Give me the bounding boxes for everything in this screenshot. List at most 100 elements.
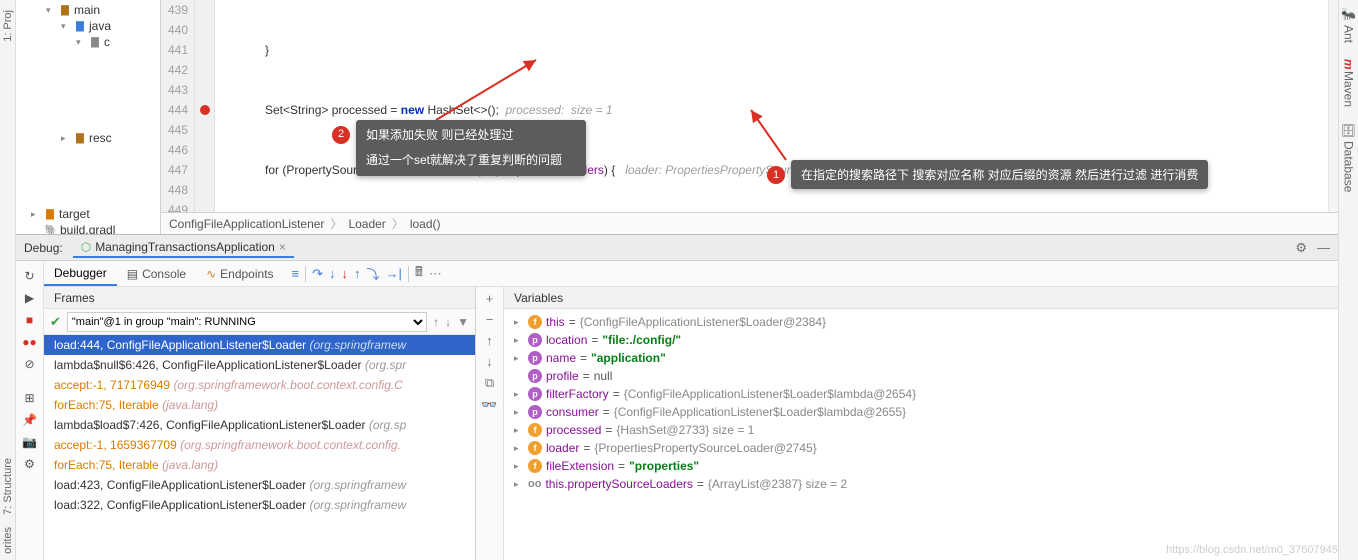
stack-frame[interactable]: lambda$null$6:426, ConfigFileApplication… [44,355,475,375]
watermark: https://blog.csdn.net/m0_37607945 [1166,544,1338,556]
debug-run-gutter: ↻ ▶ ■ ●● ⊘ ⊞ 📌 📷 ⚙ [16,261,44,560]
step-out-icon[interactable]: ↑ [354,266,361,281]
variables-header: Variables [504,287,1338,309]
database-tool-tab[interactable]: 🗄Database [1342,119,1356,196]
step-over-icon[interactable]: ↷ [312,266,323,282]
folder-icon: ▇ [58,4,72,16]
filter-frames-icon[interactable]: ▼ [457,315,469,329]
project-tree[interactable]: ▾▇main ▾▇java ▾▇c ▸▇resc ▸▇target 🐘build… [16,0,161,234]
pin-icon[interactable]: 📌 [21,411,39,429]
debug-tool-window: Debug: ⬡ ManagingTransactionsApplication… [16,234,1338,560]
frames-list[interactable]: load:444, ConfigFileApplicationListener$… [44,335,475,560]
structure-tool-tab[interactable]: 7: Structure [2,452,14,521]
favorites-tool-tab[interactable]: orites [2,521,14,560]
variable-row[interactable]: ▸ffileExtension = "properties" [504,457,1338,475]
glasses-icon[interactable]: 👓 [481,397,497,413]
threads-icon[interactable]: ≡ [292,266,300,281]
line-numbers: 439440441442443444445446447448449450 [161,0,195,212]
variables-list[interactable]: ▸fthis = {ConfigFileApplicationListener$… [504,309,1338,560]
stack-frame[interactable]: load:423, ConfigFileApplicationListener$… [44,475,475,495]
add-watch-icon[interactable]: + [486,291,494,306]
rerun-icon[interactable]: ↻ [21,267,39,285]
variable-row[interactable]: pprofile = null [504,367,1338,385]
camera-icon[interactable]: 📷 [21,433,39,451]
package-icon: ▇ [88,36,102,48]
breadcrumb[interactable]: ConfigFileApplicationListener〉 Loader〉 l… [161,212,1338,234]
variable-row[interactable]: ▸fprocessed = {HashSet@2733} size = 1 [504,421,1338,439]
resources-folder-icon: ▇ [73,132,87,144]
tree-c[interactable]: c [104,35,110,49]
stack-frame[interactable]: accept:-1, 717176949 (org.springframewor… [44,375,475,395]
evaluate-icon[interactable]: 🖩 [415,263,423,285]
stack-frame[interactable]: load:444, ConfigFileApplicationListener$… [44,335,475,355]
ant-icon: 🐜 [1342,8,1356,23]
annotation-1: 1 在指定的搜索路径下 搜索对应名称 对应后缀的资源 然后进行过滤 进行消费 [791,160,1208,189]
code-editor[interactable]: 439440441442443444445446447448449450 } S… [161,0,1338,234]
database-icon: 🗄 [1342,123,1356,138]
tree-build[interactable]: build.gradl [60,223,115,234]
debug-title: Debug: [24,241,63,255]
stack-frame[interactable]: accept:-1, 1659367709 (org.springframewo… [44,435,475,455]
breadcrumb-method[interactable]: load() [410,217,441,231]
next-frame-icon[interactable]: ↓ [445,315,451,329]
layout-icon[interactable]: ⊞ [21,389,39,407]
target-folder-icon: ▇ [43,208,57,220]
prev-frame-icon[interactable]: ↑ [433,315,439,329]
variable-row[interactable]: ▸pname = "application" [504,349,1338,367]
stack-frame[interactable]: load:322, ConfigFileApplicationListener$… [44,495,475,515]
maven-tool-tab[interactable]: mMaven [1342,55,1356,112]
variable-row[interactable]: ▸pconsumer = {ConfigFileApplicationListe… [504,403,1338,421]
stack-frame[interactable]: lambda$load$7:426, ConfigFileApplication… [44,415,475,435]
stack-frame[interactable]: forEach:75, Iterable (java.lang) [44,395,475,415]
right-tool-stripe: 🐜Ant mMaven 🗄Database [1338,0,1358,560]
error-stripe[interactable] [1328,0,1338,212]
variable-row[interactable]: ▸fthis = {ConfigFileApplicationListener$… [504,313,1338,331]
force-step-into-icon[interactable]: ↓ [342,266,349,281]
tab-debugger[interactable]: Debugger [44,262,117,286]
trace-icon[interactable]: ⋯ [429,266,442,282]
copy-icon[interactable]: ⧉ [485,375,494,391]
variable-row[interactable]: ▸plocation = "file:./config/" [504,331,1338,349]
gradle-icon: 🐘 [44,224,58,234]
breadcrumb-class[interactable]: ConfigFileApplicationListener [169,217,324,231]
mute-bp-icon[interactable]: ⊘ [21,355,39,373]
tree-main[interactable]: main [74,3,100,17]
drop-frame-icon[interactable]: ⤵ [367,264,380,283]
tab-console[interactable]: ▤Console [117,263,196,285]
ant-tool-tab[interactable]: 🐜Ant [1342,4,1356,47]
gear-icon[interactable]: ⚙ [1295,240,1307,256]
spring-icon: ⬡ [81,240,91,254]
breakpoints-icon[interactable]: ●● [21,333,39,351]
project-tool-tab[interactable]: 1: Proj [2,4,14,48]
breakpoint-icon[interactable] [200,105,210,115]
thread-status-icon: ✔ [50,314,61,330]
tree-target[interactable]: target [59,207,90,221]
run-config-tab[interactable]: ⬡ ManagingTransactionsApplication × [73,238,294,258]
settings-icon[interactable]: ⚙ [21,455,39,473]
console-icon: ▤ [127,267,138,281]
remove-watch-icon[interactable]: − [486,312,494,327]
variable-row[interactable]: ▸floader = {PropertiesPropertySourceLoad… [504,439,1338,457]
endpoints-icon: ∿ [206,267,216,281]
thread-selector[interactable]: "main"@1 in group "main": RUNNING [67,312,427,332]
up-icon[interactable]: ↑ [486,333,493,348]
close-icon[interactable]: × [279,240,286,254]
variables-toolbar: + − ↑ ↓ ⧉ 👓 [476,287,504,560]
breakpoint-gutter[interactable] [195,0,215,212]
tree-java[interactable]: java [89,19,111,33]
step-into-icon[interactable]: ↓ [329,266,336,281]
breadcrumb-inner[interactable]: Loader [348,217,385,231]
variable-row[interactable]: ▸oothis.propertySourceLoaders = {ArrayLi… [504,475,1338,493]
stack-frame[interactable]: forEach:75, Iterable (java.lang) [44,455,475,475]
tree-resc[interactable]: resc [89,131,112,145]
frames-header: Frames [44,287,475,309]
stop-icon[interactable]: ■ [21,311,39,329]
left-tool-stripe: 1: Proj 7: Structure orites [0,0,16,560]
variable-row[interactable]: ▸pfilterFactory = {ConfigFileApplication… [504,385,1338,403]
hide-icon[interactable]: — [1317,240,1330,255]
run-to-cursor-icon[interactable]: →| [386,266,402,281]
resume-icon[interactable]: ▶ [21,289,39,307]
annotation-2: 2 如果添加失败 则已经处理过 通过一个set就解决了重复判断的问题 [356,120,586,176]
tab-endpoints[interactable]: ∿Endpoints [196,263,283,285]
down-icon[interactable]: ↓ [486,354,493,369]
